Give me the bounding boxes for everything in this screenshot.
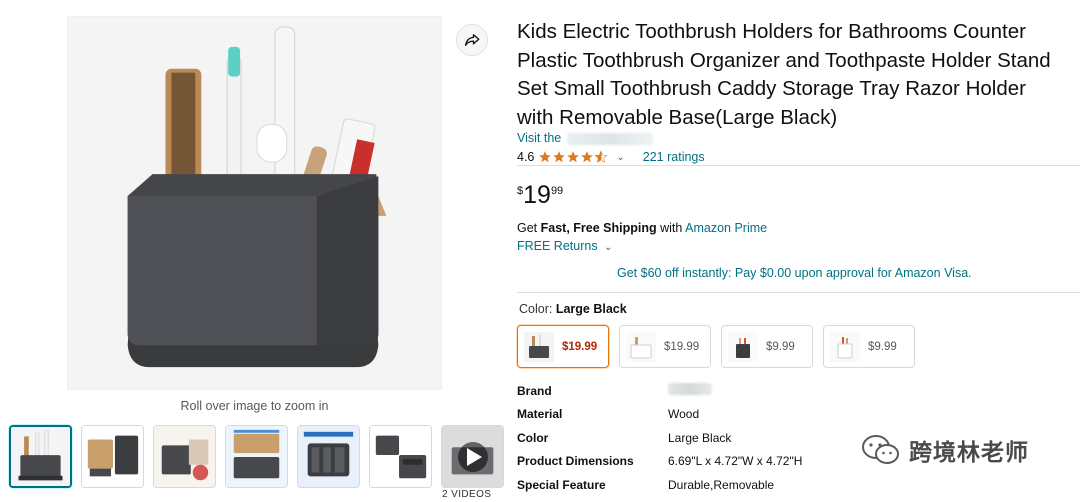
spec-row-material: Material Wood xyxy=(517,403,802,427)
rating-row: 4.6 ⌄ 221 ratings xyxy=(517,150,705,164)
visa-offer-link[interactable]: Get $60 off instantly: Pay $0.00 upon ap… xyxy=(617,266,972,280)
ratings-count-link[interactable]: 221 ratings xyxy=(643,150,705,164)
product-specs: Brand Material Wood Color Large Black Pr… xyxy=(517,379,802,497)
video-thumbnail[interactable] xyxy=(441,425,504,488)
spec-key: Material xyxy=(517,407,563,422)
thumbnail-image xyxy=(298,426,359,487)
watermark-text: 跨境林老师 xyxy=(909,439,1029,465)
spec-key: Brand xyxy=(517,383,552,398)
star-half-icon xyxy=(594,150,608,163)
main-product-image[interactable] xyxy=(67,16,442,390)
wechat-icon xyxy=(862,435,899,464)
chevron-down-icon: ⌄ xyxy=(604,242,613,253)
swatch-image xyxy=(830,331,860,362)
shipping-fast-free: Fast, Free Shipping xyxy=(540,221,657,235)
thumbnail-3[interactable] xyxy=(153,425,216,488)
star-full-icon xyxy=(539,151,552,163)
swatch-large-black[interactable]: $19.99 xyxy=(517,325,609,368)
swatch-large-white[interactable]: $19.99 xyxy=(619,325,711,368)
spec-key: Product Dimensions xyxy=(517,454,634,469)
spec-value: Durable,Removable xyxy=(668,477,775,492)
toothbrush-holder-image xyxy=(68,17,441,389)
swatch-image xyxy=(728,331,758,362)
videos-caption: 2 VIDEOS xyxy=(442,489,492,500)
spec-key: Color xyxy=(517,430,549,445)
swatch-price: $19.99 xyxy=(562,340,598,353)
star-full-icon xyxy=(553,151,566,163)
star-full-icon xyxy=(567,151,580,163)
thumbnail-5[interactable] xyxy=(297,425,360,488)
star-rating[interactable] xyxy=(538,150,608,164)
amazon-prime-link[interactable]: Amazon Prime xyxy=(685,221,767,235)
divider xyxy=(517,165,1080,166)
color-label-prefix: Color: xyxy=(519,302,556,316)
product-title: Kids Electric Toothbrush Holders for Bat… xyxy=(517,20,1051,129)
thumbnail-4[interactable] xyxy=(225,425,288,488)
thumbnail-image xyxy=(11,427,70,486)
thumbnail-1[interactable] xyxy=(9,425,72,488)
visit-store-label: Visit the xyxy=(517,131,562,145)
thumbnail-strip xyxy=(9,425,504,488)
spec-value: Wood xyxy=(668,407,700,422)
visit-store-link[interactable]: Visit the xyxy=(517,131,653,145)
thumbnail-image xyxy=(82,426,143,487)
shipping-with: with xyxy=(656,221,686,235)
thumbnail-image xyxy=(370,426,431,487)
spec-row-color: Color Large Black xyxy=(517,426,802,450)
star-full-icon xyxy=(581,151,594,163)
chevron-down-icon[interactable]: ⌄ xyxy=(616,152,624,163)
swatch-price: $9.99 xyxy=(868,340,897,353)
swatch-small-white[interactable]: $9.99 xyxy=(823,325,915,368)
free-returns-link[interactable]: FREE Returns ⌄ xyxy=(517,239,612,253)
price-whole: 19 xyxy=(523,181,551,209)
redacted-brand-name xyxy=(566,132,653,145)
spec-row-special-feature: Special Feature Durable,Removable xyxy=(517,473,802,497)
shipping-info: Get Fast, Free Shipping with Amazon Prim… xyxy=(517,221,767,235)
selected-color-name: Large Black xyxy=(555,302,627,316)
zoom-hint: Roll over image to zoom in xyxy=(180,399,329,413)
swatch-image xyxy=(524,331,554,362)
thumbnail-2[interactable] xyxy=(81,425,144,488)
swatch-price: $9.99 xyxy=(766,340,795,353)
watermark: 跨境林老师 xyxy=(861,433,1029,467)
color-swatches: $19.99 $19.99 $9.99 $9.99 xyxy=(517,325,915,368)
spec-value: Large Black xyxy=(668,430,732,445)
rating-value: 4.6 xyxy=(517,150,535,164)
color-label: Color: Large Black xyxy=(519,302,627,316)
spec-row-dimensions: Product Dimensions 6.69"L x 4.72"W x 4.7… xyxy=(517,450,802,474)
divider xyxy=(517,292,1080,293)
thumbnail-6[interactable] xyxy=(369,425,432,488)
swatch-small-black[interactable]: $9.99 xyxy=(721,325,813,368)
free-returns-label: FREE Returns xyxy=(517,239,598,253)
thumbnail-image xyxy=(226,426,287,487)
spec-value xyxy=(668,383,712,398)
price-fraction: 99 xyxy=(550,185,564,197)
redacted-brand-value xyxy=(668,383,712,396)
price: $ 19 99 xyxy=(517,181,563,209)
shipping-get: Get xyxy=(517,221,541,235)
play-icon xyxy=(457,441,488,472)
spec-row-brand: Brand xyxy=(517,379,802,403)
swatch-image xyxy=(626,331,656,362)
spec-key: Special Feature xyxy=(517,477,606,492)
share-icon xyxy=(464,34,480,46)
share-button[interactable] xyxy=(456,24,488,56)
swatch-price: $19.99 xyxy=(664,340,700,353)
spec-value: 6.69"L x 4.72"W x 4.72"H xyxy=(668,454,803,469)
thumbnail-image xyxy=(154,426,215,487)
